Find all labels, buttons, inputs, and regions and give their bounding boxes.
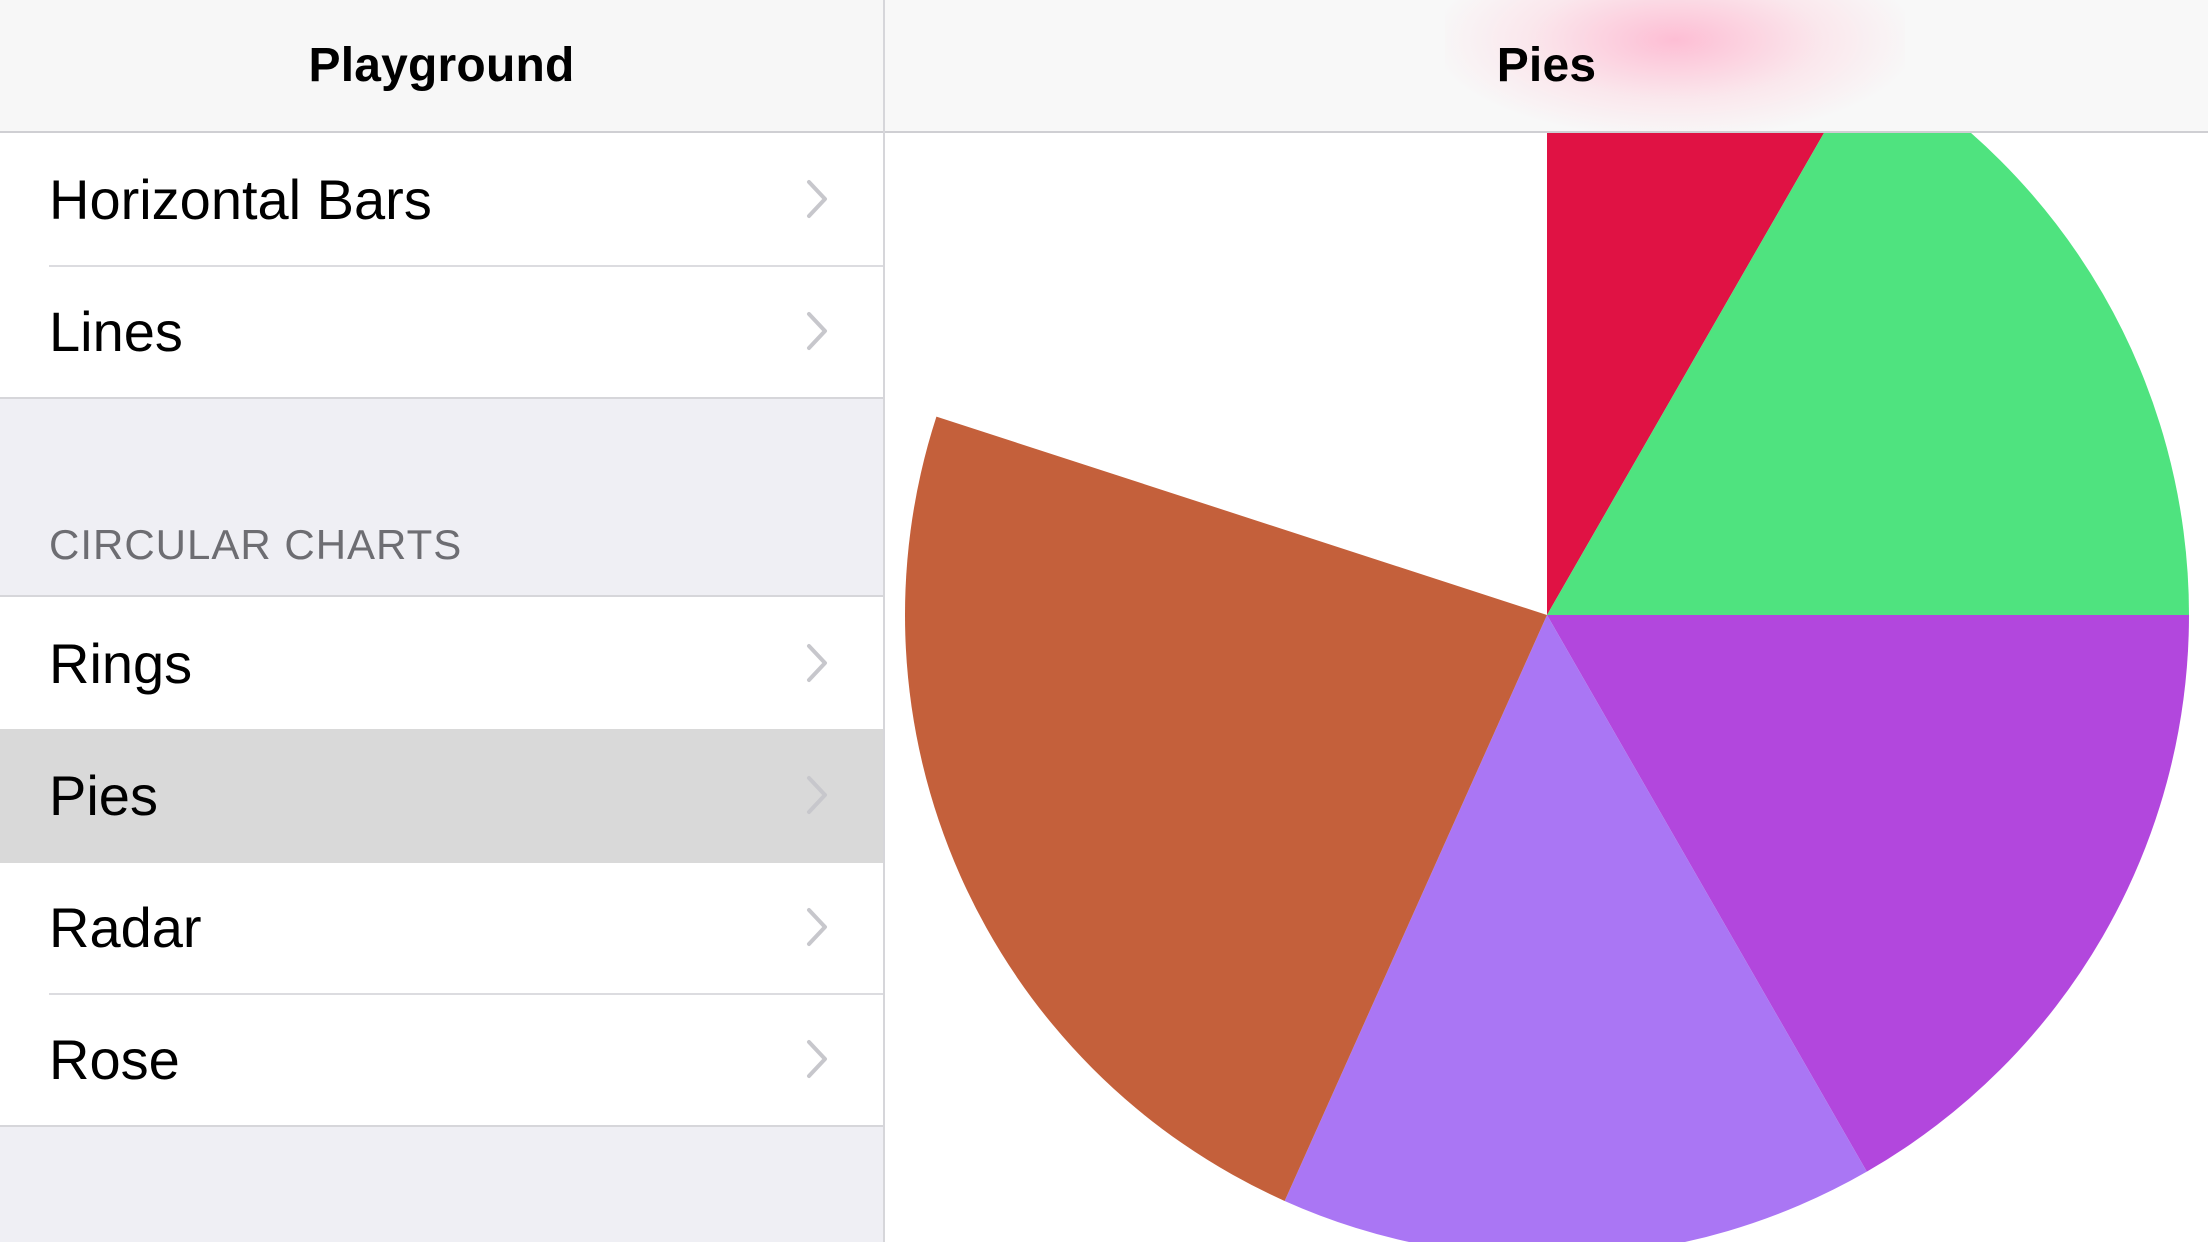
chevron-right-icon — [796, 642, 838, 684]
list-item-radar[interactable]: Radar — [0, 861, 883, 993]
master-pane: Playground Horizontal Bars Lines CIRCULA… — [0, 0, 885, 1242]
list-group: Rings Pies Radar Rose — [0, 595, 883, 1127]
list-item-horizontal-bars[interactable]: Horizontal Bars — [0, 133, 883, 265]
list-item-label: Horizontal Bars — [49, 167, 432, 231]
list-item-label: Lines — [49, 299, 183, 363]
list-item-lines[interactable]: Lines — [0, 265, 883, 397]
list-item-label: Pies — [49, 763, 158, 827]
chevron-right-icon — [796, 178, 838, 220]
chevron-right-icon — [796, 1038, 838, 1080]
list-item-pies[interactable]: Pies — [0, 729, 883, 861]
detail-navbar: Pies — [885, 0, 2208, 133]
chart-type-list: Horizontal Bars Lines CIRCULAR CHARTS Ri… — [0, 133, 883, 1127]
pie-chart-area[interactable] — [885, 133, 2208, 1242]
app-window: Playground Horizontal Bars Lines CIRCULA… — [0, 0, 2208, 1242]
section-title-circular-charts: CIRCULAR CHARTS — [49, 521, 463, 568]
chevron-right-icon — [796, 310, 838, 352]
detail-pane: Pies — [885, 0, 2208, 1242]
chevron-right-icon — [796, 906, 838, 948]
chevron-right-icon — [796, 774, 838, 816]
master-title: Playground — [308, 39, 575, 92]
list-item-label: Radar — [49, 895, 202, 959]
section-gap — [0, 399, 883, 493]
list-item-rings[interactable]: Rings — [0, 597, 883, 729]
detail-title: Pies — [1496, 39, 1597, 92]
list-group: Horizontal Bars Lines — [0, 133, 883, 399]
pie-chart[interactable] — [885, 133, 2208, 1242]
master-navbar: Playground — [0, 0, 883, 133]
list-item-label: Rose — [49, 1027, 180, 1091]
list-item-label: Rings — [49, 631, 193, 695]
section-header: CIRCULAR CHARTS — [0, 493, 883, 595]
list-item-rose[interactable]: Rose — [0, 993, 883, 1125]
